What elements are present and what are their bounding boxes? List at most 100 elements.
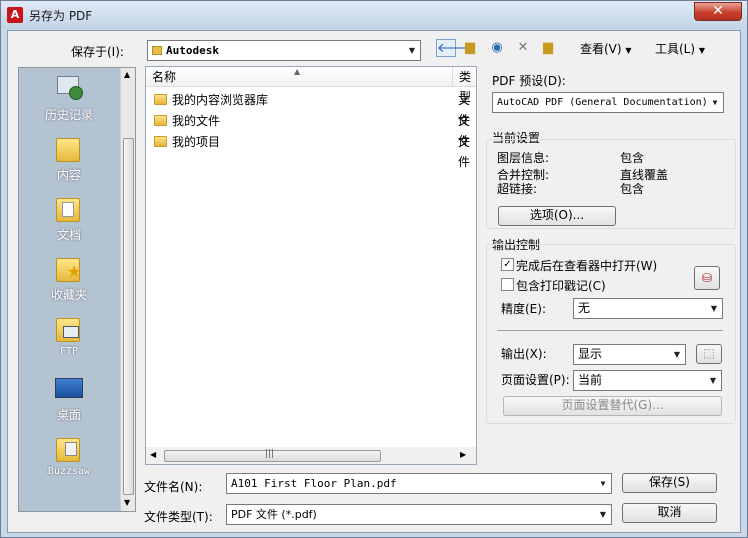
save-in-value: Autodesk: [166, 44, 219, 57]
output-dropdown[interactable]: 显示 ▼: [573, 344, 686, 365]
buzzsaw-icon: [53, 434, 85, 464]
dialog-body: 保存于(I): Autodesk ▼ 🡐 ▆ ◉ ✕ ▆ 查看(V) ▼ 工具(…: [7, 30, 741, 533]
place-label: Buzzsaw: [47, 466, 91, 477]
select-window-button[interactable]: ⬚: [696, 344, 722, 364]
filename-label: 文件名(N):: [144, 480, 203, 494]
place-favorites[interactable]: ★ 收藏夹: [19, 254, 119, 303]
setting-key: 图层信息:: [497, 151, 550, 165]
place-label: 收藏夹: [50, 288, 87, 302]
stamp-icon: ⛁: [701, 271, 713, 285]
open-in-viewer-checkbox[interactable]: ✓: [501, 258, 514, 271]
filetype-value: PDF 文件 (*.pdf): [231, 508, 317, 521]
view-menu-label: 查看(V): [580, 42, 622, 56]
page-setup-value: 当前: [578, 373, 603, 387]
view-menu[interactable]: 查看(V) ▼: [580, 40, 632, 57]
close-button[interactable]: ✕: [694, 2, 742, 21]
precision-value: 无: [578, 301, 591, 315]
desktop-icon: [53, 374, 85, 404]
folder-icon: [154, 94, 167, 105]
filename-input[interactable]: A101 First Floor Plan.pdf ▼: [226, 473, 612, 494]
chevron-down-icon: ▼: [600, 479, 606, 488]
list-item[interactable]: 我的文件 文件: [146, 111, 476, 148]
place-desktop[interactable]: 桌面: [19, 374, 119, 423]
precision-label: 精度(E):: [501, 302, 546, 316]
cancel-button[interactable]: 取消: [622, 503, 717, 523]
autocad-logo-icon: A: [7, 7, 23, 23]
filetype-label: 文件类型(T):: [144, 510, 213, 524]
folder-icon: [152, 46, 162, 55]
search-web-icon[interactable]: ◉: [487, 39, 507, 57]
place-documents[interactable]: 文档: [19, 194, 119, 243]
chevron-down-icon: ▼: [599, 510, 607, 519]
plot-stamp-settings-button[interactable]: ⛁: [694, 266, 720, 290]
title-bar[interactable]: A 另存为 PDF ✕: [1, 1, 747, 29]
scrollbar-thumb[interactable]: [123, 138, 134, 495]
options-button[interactable]: 选项(O)...: [498, 206, 616, 226]
setting-value: 包含: [620, 182, 645, 196]
output-value: 显示: [578, 347, 603, 361]
tools-menu-label: 工具(L): [655, 42, 696, 56]
chevron-down-icon: ▼: [673, 350, 681, 359]
scroll-left-icon[interactable]: ◀: [150, 450, 156, 459]
scroll-down-icon[interactable]: ▼: [124, 498, 130, 507]
scroll-up-icon[interactable]: ▲: [124, 70, 130, 79]
precision-dropdown[interactable]: 无 ▼: [573, 298, 723, 319]
window-title: 另存为 PDF: [29, 9, 93, 23]
scrollbar-thumb[interactable]: |||: [164, 449, 381, 462]
item-type: 文件: [458, 135, 471, 169]
page-setup-label: 页面设置(P):: [501, 373, 570, 387]
history-icon: [53, 74, 85, 104]
chevron-down-icon: ▼: [710, 304, 718, 313]
window-select-icon: ⬚: [703, 346, 715, 360]
filetype-dropdown[interactable]: PDF 文件 (*.pdf) ▼: [226, 504, 612, 525]
place-label: FTP: [59, 346, 79, 357]
page-setup-override-button[interactable]: 页面设置替代(G)...: [503, 396, 722, 416]
item-name: 我的项目: [172, 135, 221, 149]
list-item[interactable]: 我的项目 文件: [146, 132, 476, 169]
page-setup-dropdown[interactable]: 当前 ▼: [573, 370, 722, 391]
item-name: 我的内容浏览器库: [172, 93, 269, 107]
tools-menu[interactable]: 工具(L) ▼: [655, 40, 705, 57]
places-scrollbar[interactable]: ▲ ▼: [120, 68, 135, 511]
checkmark-icon: ✓: [503, 259, 512, 270]
delete-icon[interactable]: ✕: [513, 39, 533, 57]
places-bar: 历史记录 内容 文档 ★ 收藏夹 FTP 桌面 Buzzsaw ▲ ▼: [18, 67, 136, 512]
back-icon[interactable]: 🡐: [436, 39, 472, 57]
place-buzzsaw[interactable]: Buzzsaw: [19, 434, 119, 477]
place-label: 历史记录: [44, 108, 93, 122]
scroll-right-icon[interactable]: ▶: [460, 450, 466, 459]
chevron-down-icon: ▼: [709, 376, 717, 385]
include-plot-stamp-label: 包含打印戳记(C): [516, 279, 606, 293]
column-header-name[interactable]: 名称 ▲: [146, 67, 452, 87]
chevron-down-icon: ▼: [625, 46, 632, 55]
place-history[interactable]: 历史记录: [19, 74, 119, 123]
new-folder-icon[interactable]: ▆: [538, 39, 558, 57]
save-in-dropdown[interactable]: Autodesk ▼: [147, 40, 421, 61]
place-ftp[interactable]: FTP: [19, 314, 119, 357]
list-item[interactable]: 我的内容浏览器库 文件: [146, 90, 476, 127]
save-button[interactable]: 保存(S): [622, 473, 717, 493]
folder-icon: [154, 136, 167, 147]
open-in-viewer-label: 完成后在查看器中打开(W): [516, 259, 658, 273]
pdf-preset-dropdown[interactable]: AutoCAD PDF (General Documentation) ▼: [492, 92, 724, 113]
place-label: 文档: [56, 228, 81, 242]
chevron-down-icon: ▼: [707, 93, 723, 112]
setting-value: 包含: [620, 151, 645, 165]
column-header-type[interactable]: 类型: [452, 67, 476, 104]
place-content[interactable]: 内容: [19, 134, 119, 183]
documents-icon: [53, 194, 85, 224]
favorites-icon: ★: [53, 254, 85, 284]
up-folder-icon[interactable]: ▆: [460, 39, 480, 57]
item-name: 我的文件: [172, 114, 221, 128]
chevron-down-icon: ▼: [408, 46, 416, 55]
divider: [497, 330, 723, 331]
include-plot-stamp-checkbox[interactable]: [501, 278, 514, 291]
folder-icon: [53, 134, 85, 164]
filename-value: A101 First Floor Plan.pdf: [231, 477, 397, 490]
file-list-scrollbar[interactable]: ◀ ||| ▶: [146, 447, 476, 464]
chevron-down-icon: ▼: [698, 46, 706, 55]
column-header-label: 名称: [152, 70, 177, 84]
sort-ascending-icon: ▲: [294, 67, 301, 76]
output-label: 输出(X):: [501, 347, 547, 361]
ftp-icon: [53, 314, 85, 344]
